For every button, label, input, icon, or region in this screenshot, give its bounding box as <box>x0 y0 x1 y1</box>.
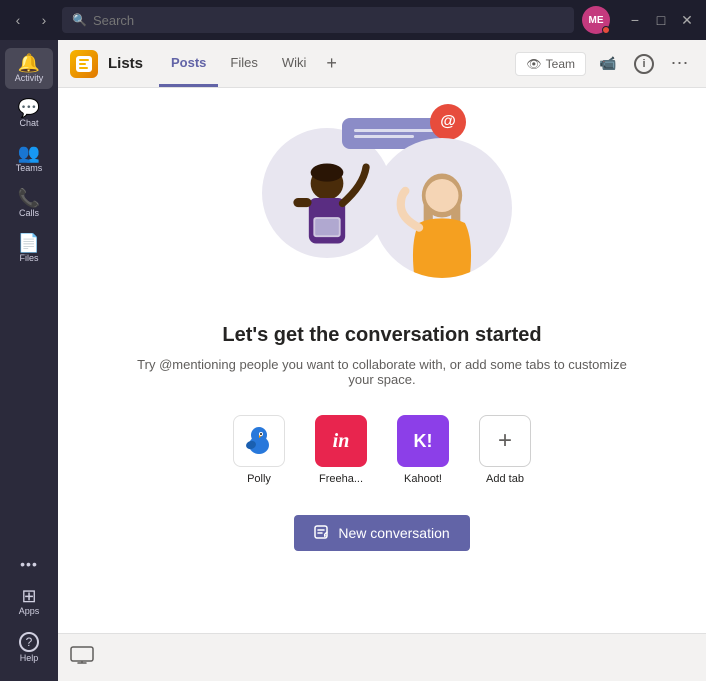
search-input[interactable] <box>93 13 564 28</box>
kahoot-icon: K! <box>397 415 449 467</box>
tabs: Posts Files Wiki + <box>159 40 345 87</box>
ellipsis-icon: ⋯ <box>671 53 690 74</box>
more-options-btn[interactable]: ⋯ <box>666 50 694 78</box>
add-tab-icon: + <box>479 415 531 467</box>
window-controls: − □ ✕ <box>624 12 698 29</box>
app-tile-polly[interactable]: Polly <box>224 415 294 485</box>
person-right-circle <box>372 138 512 278</box>
avatar[interactable]: ME <box>582 6 610 34</box>
video-icon: 📹 <box>599 55 616 72</box>
freehand-icon: in <box>315 415 367 467</box>
kahoot-label: Kahoot! <box>404 473 442 485</box>
teams-icon: 👥 <box>18 144 40 162</box>
search-icon: 🔍 <box>72 13 87 27</box>
add-tab-label: Add tab <box>486 473 524 485</box>
avatar-status <box>602 26 610 34</box>
app-tile-freehand[interactable]: in Freeha... <box>306 415 376 485</box>
edit-pencil-icon <box>314 525 330 541</box>
kahoot-text: K! <box>414 431 433 452</box>
add-icon: + <box>498 427 512 455</box>
sidebar-item-calls[interactable]: 📞 Calls <box>5 183 53 224</box>
close-btn[interactable]: ✕ <box>676 12 698 29</box>
app-tile-add[interactable]: + Add tab <box>470 415 540 485</box>
sidebar-item-help[interactable]: ? Help <box>5 626 53 669</box>
add-tab-btn[interactable]: + <box>318 40 345 87</box>
headline: Let's get the conversation started <box>222 324 541 347</box>
lists-app-icon <box>70 50 98 78</box>
content-area: Lists Posts Files Wiki + 👁 Team 📹 i <box>58 40 706 681</box>
freehand-text: in <box>333 430 350 453</box>
subtext: Try @mentioning people you want to colla… <box>132 357 632 387</box>
apps-row: Polly in Freeha... K! Kahoot! <box>224 415 540 485</box>
info-btn[interactable]: i <box>630 50 658 78</box>
person-dark-svg <box>282 158 372 258</box>
screen-icon <box>70 646 94 664</box>
nav-back-btn[interactable]: ‹ <box>8 13 28 27</box>
main-content: @ <box>58 88 706 633</box>
sidebar-item-activity[interactable]: 🔔 Activity <box>5 48 53 89</box>
sidebar-item-teams[interactable]: 👥 Teams <box>5 138 53 179</box>
sidebar-item-files[interactable]: 📄 Files <box>5 228 53 269</box>
sidebar-item-chat[interactable]: 💬 Chat <box>5 93 53 134</box>
info-icon: i <box>634 54 654 74</box>
sidebar: 🔔 Activity 💬 Chat 👥 Teams 📞 Calls 📄 File… <box>0 40 58 681</box>
tab-posts[interactable]: Posts <box>159 40 218 87</box>
nav-controls: ‹ › <box>8 13 54 27</box>
apps-icon: ⊞ <box>21 587 36 605</box>
app-tile-kahoot[interactable]: K! Kahoot! <box>388 415 458 485</box>
top-bar-right: 👁 Team 📹 i ⋯ <box>515 50 694 78</box>
title-bar: ‹ › 🔍 ME − □ ✕ <box>0 0 706 40</box>
polly-bird-svg <box>241 423 277 459</box>
channel-title: Lists <box>108 55 143 72</box>
video-call-btn[interactable]: 📹 <box>594 50 622 78</box>
search-bar[interactable]: 🔍 <box>62 7 574 33</box>
tab-files[interactable]: Files <box>218 40 269 87</box>
device-icon[interactable] <box>70 646 94 669</box>
tab-wiki[interactable]: Wiki <box>270 40 319 87</box>
files-icon: 📄 <box>18 234 40 252</box>
person-light-svg <box>392 168 492 278</box>
team-button[interactable]: 👁 Team <box>515 52 586 76</box>
sidebar-item-apps[interactable]: ⊞ Apps <box>5 581 53 622</box>
sidebar-item-more[interactable]: ••• <box>5 551 53 577</box>
new-conversation-btn[interactable]: New conversation <box>294 515 469 551</box>
activity-icon: 🔔 <box>18 54 40 72</box>
nav-forward-btn[interactable]: › <box>34 13 54 27</box>
top-bar: Lists Posts Files Wiki + 👁 Team 📹 i <box>58 40 706 88</box>
freehand-label: Freeha... <box>319 473 363 485</box>
help-icon: ? <box>19 632 39 652</box>
bottom-tab-bar <box>58 633 706 681</box>
chat-icon: 💬 <box>18 99 40 117</box>
more-icon: ••• <box>20 557 38 571</box>
title-bar-right: ME − □ ✕ <box>582 6 698 34</box>
polly-label: Polly <box>247 473 271 485</box>
polly-icon <box>233 415 285 467</box>
eye-icon: 👁 <box>526 57 541 71</box>
minimize-btn[interactable]: − <box>624 12 646 29</box>
illustration: @ <box>232 108 532 308</box>
maximize-btn[interactable]: □ <box>650 12 672 29</box>
app-body: 🔔 Activity 💬 Chat 👥 Teams 📞 Calls 📄 File… <box>0 40 706 681</box>
calls-icon: 📞 <box>18 189 40 207</box>
